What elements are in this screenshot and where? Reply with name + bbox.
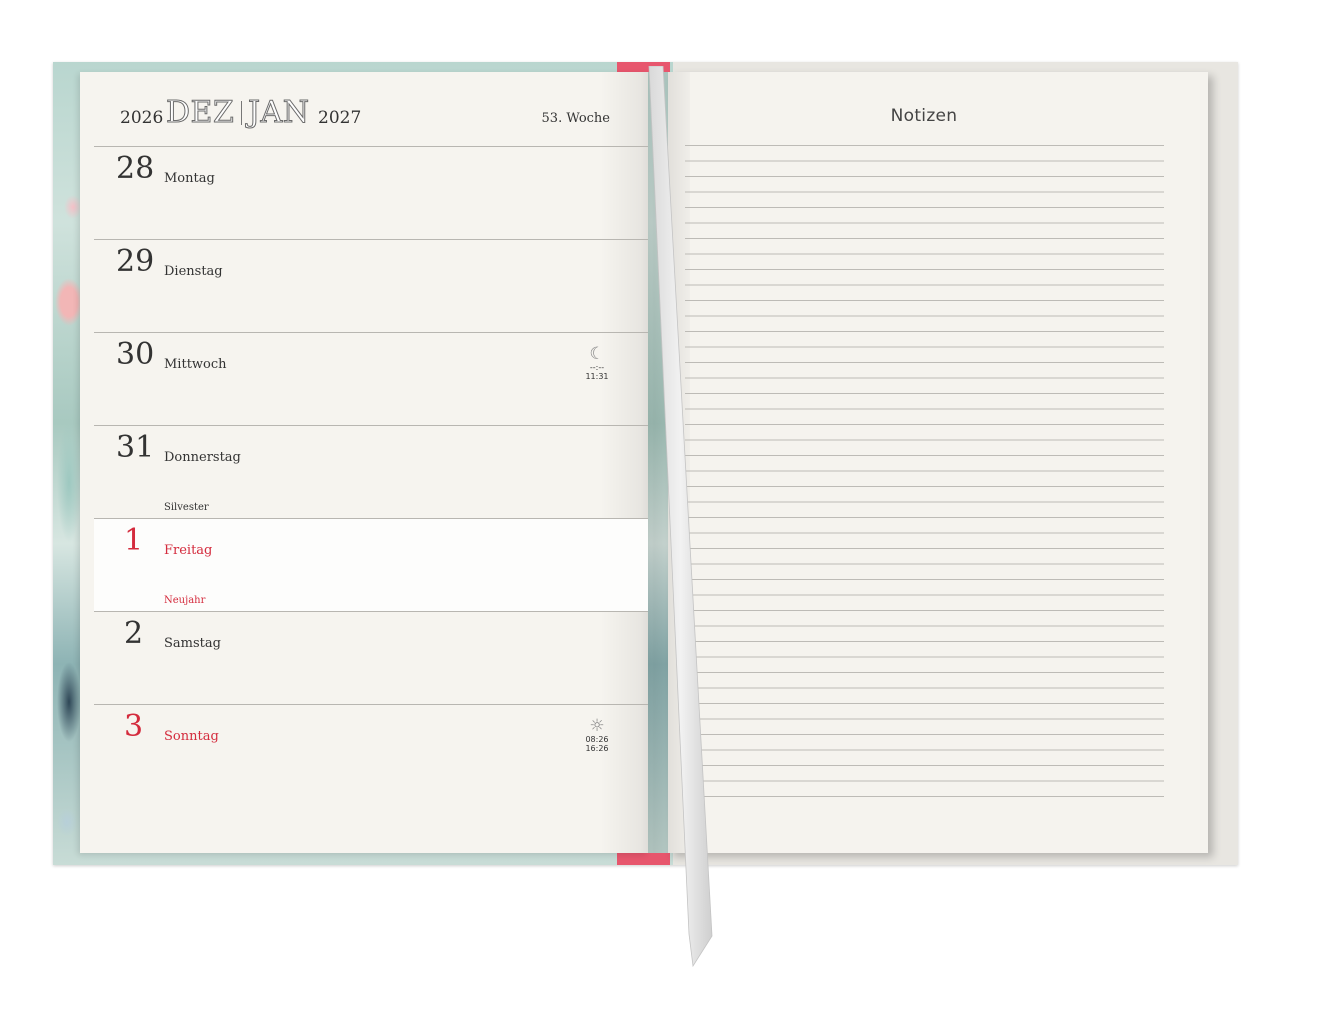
year-start: 2026 [120, 108, 164, 128]
sunset-time: 16:26 [585, 744, 609, 753]
day-number: 30 [116, 337, 155, 372]
day-number: 28 [116, 151, 155, 186]
day-number: 31 [116, 430, 155, 465]
day-number: 2 [124, 616, 144, 651]
day-row-friday[interactable]: 1 Freitag Neujahr [94, 518, 648, 611]
day-number: 1 [124, 523, 144, 558]
moon-phase: ☾ --:-- 11:31 [582, 345, 612, 381]
day-name: Donnerstag [164, 450, 241, 465]
bookmark-ribbon[interactable] [645, 66, 720, 971]
week-header: 2026 DEZ JAN 2027 53. Woche [120, 95, 610, 135]
day-note: Silvester [164, 502, 209, 513]
moonset-time: 11:31 [585, 372, 609, 381]
day-row-tuesday[interactable]: 29 Dienstag [94, 239, 648, 332]
moon-icon: ☾ [589, 344, 605, 364]
day-name: Freitag [164, 543, 213, 558]
day-name: Mittwoch [164, 357, 227, 372]
notes-lines[interactable] [685, 145, 1164, 800]
year-end: 2027 [318, 108, 362, 128]
moonrise-time: --:-- [589, 363, 605, 372]
month-start: DEZ [165, 95, 235, 131]
day-note: Neujahr [164, 595, 206, 606]
day-row-monday[interactable]: 28 Montag [94, 146, 648, 239]
day-name: Samstag [164, 636, 221, 651]
day-number: 29 [116, 244, 155, 279]
day-row-thursday[interactable]: 31 Donnerstag Silvester [94, 425, 648, 518]
sun-times: ☼ 08:26 16:26 [582, 717, 612, 753]
month-end: JAN [247, 95, 310, 131]
day-row-sunday[interactable]: 3 Sonntag ☼ 08:26 16:26 [94, 704, 648, 845]
month-separator [241, 101, 242, 125]
day-row-wednesday[interactable]: 30 Mittwoch ☾ --:-- 11:31 [94, 332, 648, 425]
day-name: Sonntag [164, 729, 219, 744]
week-number: 53. Woche [541, 111, 610, 126]
day-row-saturday[interactable]: 2 Samstag [94, 611, 648, 704]
sun-icon: ☼ [589, 716, 605, 736]
day-name: Dienstag [164, 264, 223, 279]
day-name: Montag [164, 171, 215, 186]
notes-title: Notizen [890, 106, 958, 126]
sunrise-time: 08:26 [585, 735, 609, 744]
day-number: 3 [124, 709, 144, 744]
